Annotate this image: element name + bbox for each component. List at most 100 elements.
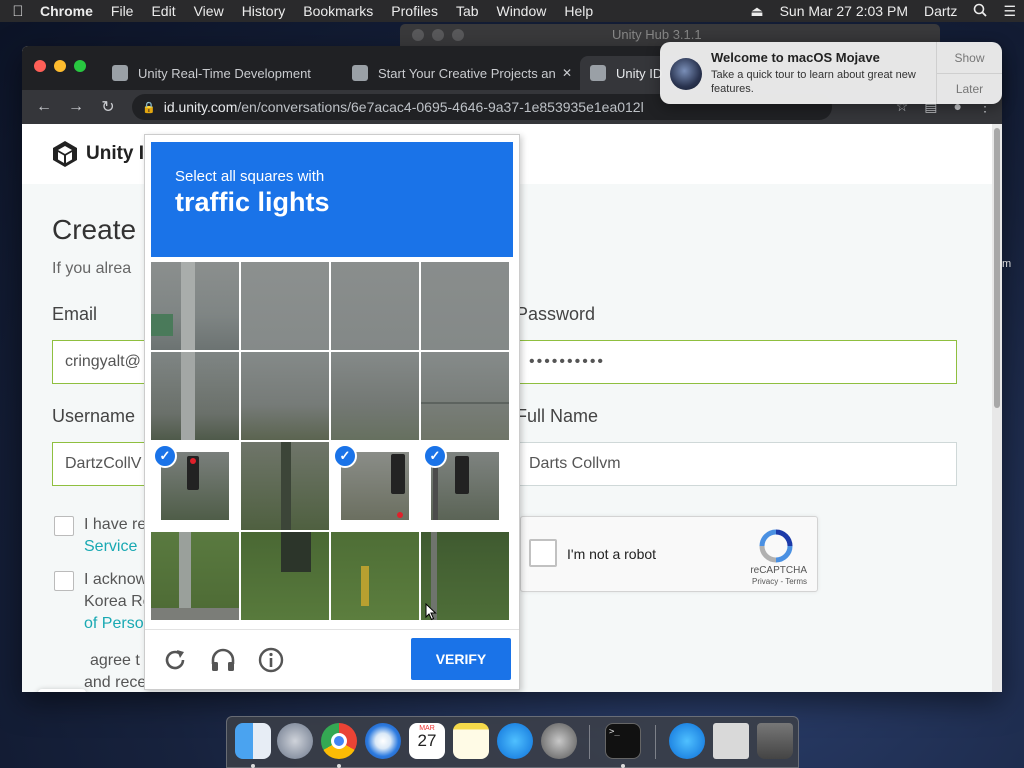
terms-text: I have re xyxy=(84,516,147,533)
captcha-tile-selected[interactable]: ✓ xyxy=(151,442,239,530)
captcha-tile[interactable] xyxy=(241,442,329,530)
trash-icon[interactable] xyxy=(757,723,793,759)
menu-edit[interactable]: Edit xyxy=(142,3,184,19)
menubar-clock[interactable]: Sun Mar 27 2:03 PM xyxy=(772,3,916,19)
captcha-tile[interactable] xyxy=(241,262,329,350)
finder-icon[interactable] xyxy=(235,723,271,759)
close-tab-icon[interactable]: ✕ xyxy=(556,66,572,80)
recaptcha-logo-icon xyxy=(759,529,793,563)
captcha-target: traffic lights xyxy=(175,187,330,217)
notification-later-button[interactable]: Later xyxy=(937,73,1002,104)
chrome-running-dot xyxy=(337,764,341,768)
eject-icon[interactable]: ⏏ xyxy=(742,3,771,20)
notification-center-icon[interactable]: ☰ xyxy=(995,3,1024,20)
app-store-icon[interactable] xyxy=(497,723,533,759)
unity-favicon-icon xyxy=(112,65,128,81)
not-robot-checkbox[interactable] xyxy=(529,539,557,567)
menu-help[interactable]: Help xyxy=(555,3,602,19)
recaptcha-terms-link[interactable]: Privacy - Terms xyxy=(752,577,807,586)
spotlight-search-icon[interactable] xyxy=(965,3,995,20)
menu-profiles[interactable]: Profiles xyxy=(382,3,447,19)
menu-bookmarks[interactable]: Bookmarks xyxy=(294,3,382,19)
menu-history[interactable]: History xyxy=(233,3,295,19)
mojave-notification[interactable]: Welcome to macOS Mojave Take a quick tou… xyxy=(660,42,1002,104)
menu-window[interactable]: Window xyxy=(488,3,556,19)
captcha-tile-selected[interactable]: ✓ xyxy=(331,442,419,530)
captcha-tile[interactable] xyxy=(241,532,329,620)
privacy-link[interactable]: of Perso xyxy=(84,615,144,633)
captcha-tile-selected[interactable]: ✓ xyxy=(421,442,509,530)
tab-start-creative[interactable]: Start Your Creative Projects an ✕ xyxy=(342,56,582,90)
lock-icon[interactable]: 🔒 xyxy=(142,101,156,114)
terms-checkbox[interactable] xyxy=(54,516,74,536)
fullname-field[interactable]: Darts Collvm xyxy=(516,442,957,486)
reload-challenge-icon[interactable] xyxy=(161,646,189,674)
chrome-icon[interactable] xyxy=(321,723,357,759)
notification-body: Take a quick tour to learn about great n… xyxy=(711,69,916,95)
reload-icon[interactable]: ↻ xyxy=(92,97,124,117)
menu-view[interactable]: View xyxy=(185,3,233,19)
minimize-window-button[interactable] xyxy=(54,60,66,72)
captcha-footer: VERIFY xyxy=(145,629,519,689)
dock-separator xyxy=(589,725,590,759)
notification-show-button[interactable]: Show xyxy=(937,42,1002,73)
privacy-link-text[interactable]: of Perso xyxy=(84,615,144,632)
captcha-tile[interactable] xyxy=(421,352,509,440)
scrollbar-thumb[interactable] xyxy=(994,128,1000,408)
security-badge[interactable] xyxy=(38,689,86,692)
terms-link-text[interactable]: Service xyxy=(84,538,137,555)
app-store-downloads-icon[interactable] xyxy=(669,723,705,759)
audio-challenge-icon[interactable] xyxy=(209,646,237,674)
apple-menu-icon[interactable]:  xyxy=(0,3,36,20)
privacy-text: I acknow xyxy=(84,571,148,588)
safari-icon[interactable] xyxy=(365,723,401,759)
launchpad-icon[interactable] xyxy=(277,723,313,759)
menu-tab[interactable]: Tab xyxy=(447,3,488,19)
password-field[interactable]: •••••••••• xyxy=(516,340,957,384)
verify-button[interactable]: VERIFY xyxy=(411,638,511,680)
captcha-tile[interactable] xyxy=(151,352,239,440)
captcha-tile[interactable] xyxy=(331,262,419,350)
info-icon[interactable] xyxy=(257,646,285,674)
back-arrow-icon[interactable]: ← xyxy=(28,98,60,116)
menu-file[interactable]: File xyxy=(102,3,143,19)
captcha-tile[interactable] xyxy=(331,532,419,620)
unity-favicon-icon xyxy=(590,65,606,81)
document-stack-icon[interactable] xyxy=(713,723,749,759)
unity-logo[interactable]: Unity I xyxy=(52,140,144,168)
menu-app-name[interactable]: Chrome xyxy=(36,3,102,19)
selected-check-icon: ✓ xyxy=(153,444,177,468)
logo-text: Unity I xyxy=(86,143,145,164)
captcha-instruction: Select all squares with xyxy=(175,168,325,185)
terms-link[interactable]: Service xyxy=(84,538,137,556)
url-path: /en/conversations/6e7acac4-0695-4646-9a3… xyxy=(237,99,644,115)
forward-arrow-icon[interactable]: → xyxy=(60,98,92,116)
system-preferences-icon[interactable] xyxy=(541,723,577,759)
captcha-tile[interactable] xyxy=(151,262,239,350)
page-title: Create xyxy=(52,214,137,245)
privacy-text-line2: Korea Re xyxy=(84,593,152,610)
captcha-tile[interactable] xyxy=(151,532,239,620)
close-window-button[interactable] xyxy=(34,60,46,72)
captcha-tile[interactable] xyxy=(241,352,329,440)
edge-fragment-text: m xyxy=(1002,258,1012,270)
captcha-image-grid: ✓ ✓ ✓ xyxy=(151,262,513,622)
terminal-icon[interactable]: >_ xyxy=(605,723,641,759)
calendar-icon[interactable]: MAR 27 xyxy=(409,723,445,759)
marketing-text: agree t xyxy=(90,652,140,669)
menubar-user[interactable]: Dartz xyxy=(916,3,965,19)
zoom-window-button[interactable] xyxy=(74,60,86,72)
recaptcha-brand: reCAPTCHA xyxy=(750,565,807,576)
notes-icon[interactable] xyxy=(453,723,489,759)
page-scrollbar[interactable] xyxy=(992,124,1002,692)
captcha-tile[interactable] xyxy=(331,352,419,440)
unity-cube-icon xyxy=(53,141,77,167)
unity-favicon-icon xyxy=(352,65,368,81)
captcha-tile[interactable] xyxy=(421,262,509,350)
tab-unity-realtime[interactable]: Unity Real-Time Development xyxy=(102,56,342,90)
dock-separator xyxy=(655,725,656,759)
captcha-header: Select all squares with traffic lights xyxy=(151,142,513,257)
mojave-app-icon xyxy=(670,58,702,90)
privacy-checkbox[interactable] xyxy=(54,571,74,591)
notification-title: Welcome to macOS Mojave xyxy=(711,50,880,65)
